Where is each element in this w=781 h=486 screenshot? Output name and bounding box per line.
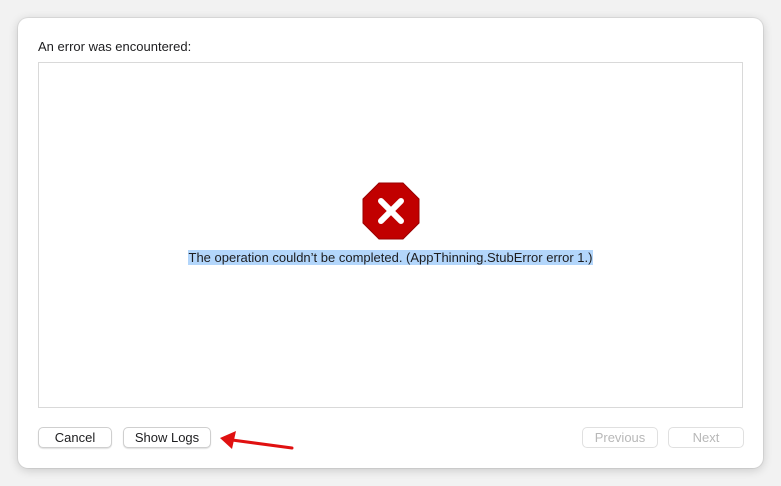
error-dialog: An error was encountered: The operation … [18,18,763,468]
error-message-text: The operation couldn’t be completed. (Ap… [187,250,594,265]
error-message[interactable]: The operation couldn’t be completed. (Ap… [39,250,742,266]
next-button[interactable]: Next [668,427,744,448]
show-logs-button[interactable]: Show Logs [123,427,211,448]
previous-button[interactable]: Previous [582,427,658,448]
cancel-button[interactable]: Cancel [38,427,112,448]
dialog-heading: An error was encountered: [38,39,192,54]
error-content-panel: The operation couldn’t be completed. (Ap… [38,62,743,408]
error-octagon-icon [362,182,420,240]
